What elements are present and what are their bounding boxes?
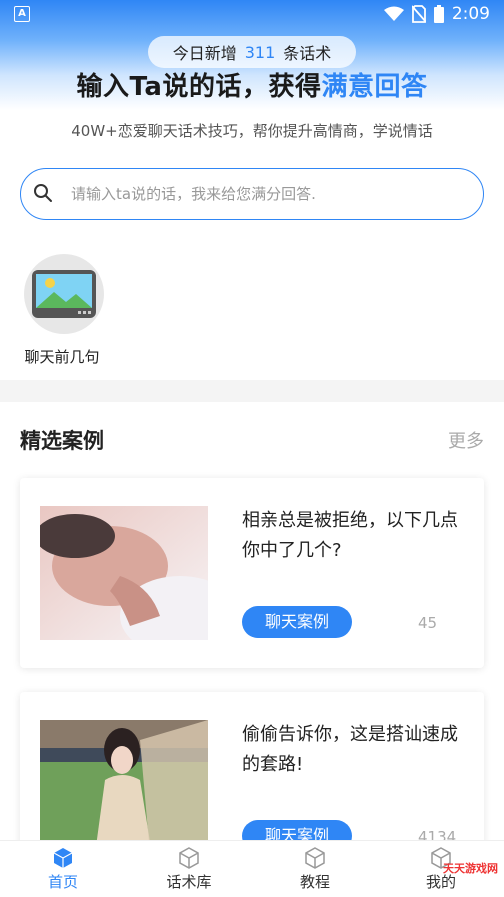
tab-label: 教程 <box>299 873 330 891</box>
status-bar: A 2:09 <box>0 0 504 30</box>
headline-main: 输入Ta说的话，获得 <box>76 72 322 102</box>
search-box[interactable] <box>20 168 484 220</box>
tab-phrase-library[interactable]: 话术库 <box>126 841 252 897</box>
tab-label: 话术库 <box>166 873 212 891</box>
cube-icon <box>53 848 73 868</box>
headline-highlight: 满意回答 <box>321 72 428 102</box>
pill-count: 311 <box>244 42 276 62</box>
tab-tutorial[interactable]: 教程 <box>252 841 378 897</box>
battery-icon <box>433 5 444 23</box>
category-chat-openers[interactable]: 聊天前几句 <box>22 254 106 367</box>
section-title: 精选案例 <box>20 429 104 453</box>
search-input[interactable] <box>69 177 473 211</box>
category-icon-circle <box>24 254 104 334</box>
search-icon <box>34 184 52 202</box>
image-icon <box>32 270 96 318</box>
cube-icon <box>179 847 199 869</box>
section-divider <box>0 380 504 402</box>
pill-suffix: 条话术 <box>283 44 332 63</box>
category-label: 聊天前几句 <box>24 348 100 366</box>
case-thumbnail <box>40 720 208 854</box>
app-notification-icon: A <box>14 6 30 22</box>
watermark-logo: 天天游戏网 <box>443 862 498 875</box>
daily-new-badge: 今日新增 311 条话术 <box>148 36 356 68</box>
case-title: 偷偷告诉你，这是搭讪速成的套路! <box>242 724 458 775</box>
case-thumbnail <box>40 506 208 640</box>
more-link[interactable]: 更多 <box>448 427 484 453</box>
view-count: 45 <box>418 614 438 632</box>
page-headline: 输入Ta说的话，获得满意回答 <box>0 66 504 103</box>
wifi-icon <box>383 6 404 21</box>
pill-prefix: 今日新增 <box>172 44 237 63</box>
bottom-tab-bar: 首页 话术库 教程 我的 <box>0 840 504 897</box>
no-sim-icon <box>411 5 426 23</box>
case-photo <box>40 506 208 640</box>
clock: 2:09 <box>451 4 490 24</box>
case-title: 相亲总是被拒绝，以下几点你中了几个? <box>242 510 458 561</box>
status-icons: 2:09 <box>383 4 490 24</box>
tab-label: 首页 <box>47 873 78 891</box>
chat-case-button[interactable]: 聊天案例 <box>242 606 352 638</box>
cube-icon <box>305 847 325 869</box>
case-photo <box>40 720 208 854</box>
page-subtitle: 40W+恋爱聊天话术技巧，帮你提升高情商，学说情话 <box>71 122 433 140</box>
tab-home[interactable]: 首页 <box>0 841 126 897</box>
case-card[interactable]: 相亲总是被拒绝，以下几点你中了几个? 聊天案例 45 <box>20 478 484 668</box>
